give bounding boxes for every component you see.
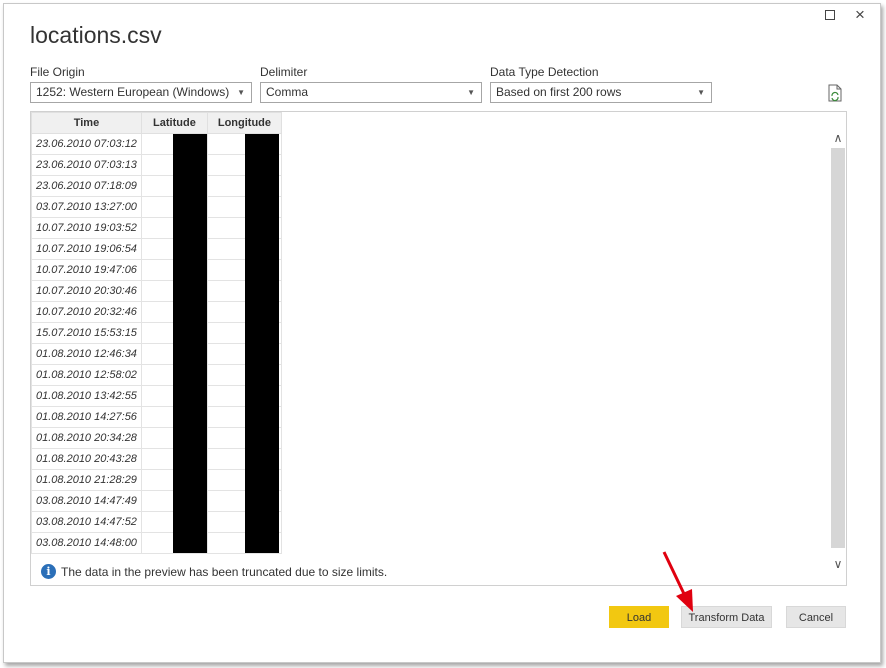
table-row: 03.08.2010 14:47:5248,116,3 — [31, 511, 282, 533]
table-row: 01.08.2010 13:42:5548,116,2 — [31, 385, 282, 407]
dialog-title: locations.csv — [30, 22, 162, 48]
table-row: 10.07.2010 19:03:5248,116,2 — [31, 217, 282, 239]
table-row: 23.06.2010 07:03:1248,116, — [31, 133, 282, 155]
cell-time: 10.07.2010 19:03:52 — [31, 217, 142, 239]
table-row: 01.08.2010 20:34:2848,116,2 — [31, 427, 282, 449]
column-header-longitude[interactable]: Longitude — [206, 112, 282, 134]
table-row: 03.08.2010 14:47:4948,116,3 — [31, 490, 282, 512]
table-row: 10.07.2010 20:30:464816,2 — [31, 280, 282, 302]
cell-time: 03.07.2010 13:27:00 — [31, 196, 142, 218]
cancel-button[interactable]: Cancel — [786, 606, 846, 628]
cell-time: 01.08.2010 20:43:28 — [31, 448, 142, 470]
maximize-icon[interactable] — [823, 8, 837, 22]
cell-time: 10.07.2010 20:32:46 — [31, 301, 142, 323]
info-icon: i — [41, 564, 56, 579]
truncation-notice-text: The data in the preview has been truncat… — [61, 564, 388, 579]
data-type-detection-label: Data Type Detection — [490, 65, 599, 79]
truncation-notice: i The data in the preview has been trunc… — [41, 564, 387, 579]
transform-data-button[interactable]: Transform Data — [681, 606, 772, 628]
vertical-scrollbar[interactable]: ∧ ∨ — [830, 120, 846, 582]
table-row: 10.07.2010 19:06:5448,116,2 — [31, 238, 282, 260]
file-origin-value: 1252: Western European (Windows) — [36, 85, 230, 99]
chevron-down-icon: ▼ — [697, 88, 705, 97]
cell-time: 10.07.2010 19:06:54 — [31, 238, 142, 260]
table-row: 23.06.2010 07:18:0948,216,3 — [31, 175, 282, 197]
cell-time: 15.07.2010 15:53:15 — [31, 322, 142, 344]
table-row: 01.08.2010 12:46:3448,116,2 — [31, 343, 282, 365]
cell-time: 01.08.2010 20:34:28 — [31, 427, 142, 449]
cell-time: 23.06.2010 07:18:09 — [31, 175, 142, 197]
cell-time: 01.08.2010 14:27:56 — [31, 406, 142, 428]
chevron-down-icon: ▼ — [467, 88, 475, 97]
table-row: 23.06.2010 07:03:1348,116, — [31, 154, 282, 176]
load-button[interactable]: Load — [609, 606, 669, 628]
delimiter-value: Comma — [266, 85, 309, 99]
data-type-detection-value: Based on first 200 rows — [496, 85, 622, 99]
data-preview-pane: Time Latitude Longitude 23.06.2010 07:03… — [30, 111, 847, 586]
file-origin-select[interactable]: 1252: Western European (Windows) ▼ — [30, 82, 252, 103]
table-row: 01.08.2010 12:58:0248,116,2 — [31, 364, 282, 386]
cell-time: 03.08.2010 14:48:00 — [31, 532, 142, 554]
cell-time: 01.08.2010 13:42:55 — [31, 385, 142, 407]
scroll-up-icon[interactable]: ∧ — [830, 130, 846, 146]
file-origin-label: File Origin — [30, 65, 85, 79]
chevron-down-icon: ▼ — [237, 88, 245, 97]
redaction-bar — [173, 134, 207, 553]
table-row: 03.08.2010 14:48:0048,116 — [31, 532, 282, 554]
table-row: 01.08.2010 14:27:5648,116,2 — [31, 406, 282, 428]
column-header-time[interactable]: Time — [31, 112, 142, 134]
data-type-detection-select[interactable]: Based on first 200 rows ▼ — [490, 82, 712, 103]
scroll-down-icon[interactable]: ∨ — [830, 556, 846, 572]
cell-time: 23.06.2010 07:03:12 — [31, 133, 142, 155]
column-header-latitude[interactable]: Latitude — [140, 112, 208, 134]
delimiter-select[interactable]: Comma ▼ — [260, 82, 482, 103]
cell-time: 01.08.2010 12:46:34 — [31, 343, 142, 365]
cell-time: 03.08.2010 14:47:52 — [31, 511, 142, 533]
cell-time: 01.08.2010 21:28:29 — [31, 469, 142, 491]
cell-time: 10.07.2010 20:30:46 — [31, 280, 142, 302]
table-row: 01.08.2010 20:43:2848,116,2 — [31, 448, 282, 470]
cell-time: 03.08.2010 14:47:49 — [31, 490, 142, 512]
table-row: 10.07.2010 19:47:0648,116 — [31, 259, 282, 281]
table-row: 01.08.2010 21:28:2948,116,2 — [31, 469, 282, 491]
table-row: 03.07.2010 13:27:0048,16,2 — [31, 196, 282, 218]
scroll-thumb[interactable] — [831, 148, 845, 548]
cell-time: 01.08.2010 12:58:02 — [31, 364, 142, 386]
cell-time: 23.06.2010 07:03:13 — [31, 154, 142, 176]
redaction-bar — [245, 134, 279, 553]
table-row: 15.07.2010 15:53:1548,116 — [31, 322, 282, 344]
table-row: 10.07.2010 20:32:4648,116,3 — [31, 301, 282, 323]
refresh-file-icon[interactable] — [828, 84, 842, 102]
delimiter-label: Delimiter — [260, 65, 308, 79]
close-icon[interactable]: × — [853, 6, 867, 23]
cell-time: 10.07.2010 19:47:06 — [31, 259, 142, 281]
